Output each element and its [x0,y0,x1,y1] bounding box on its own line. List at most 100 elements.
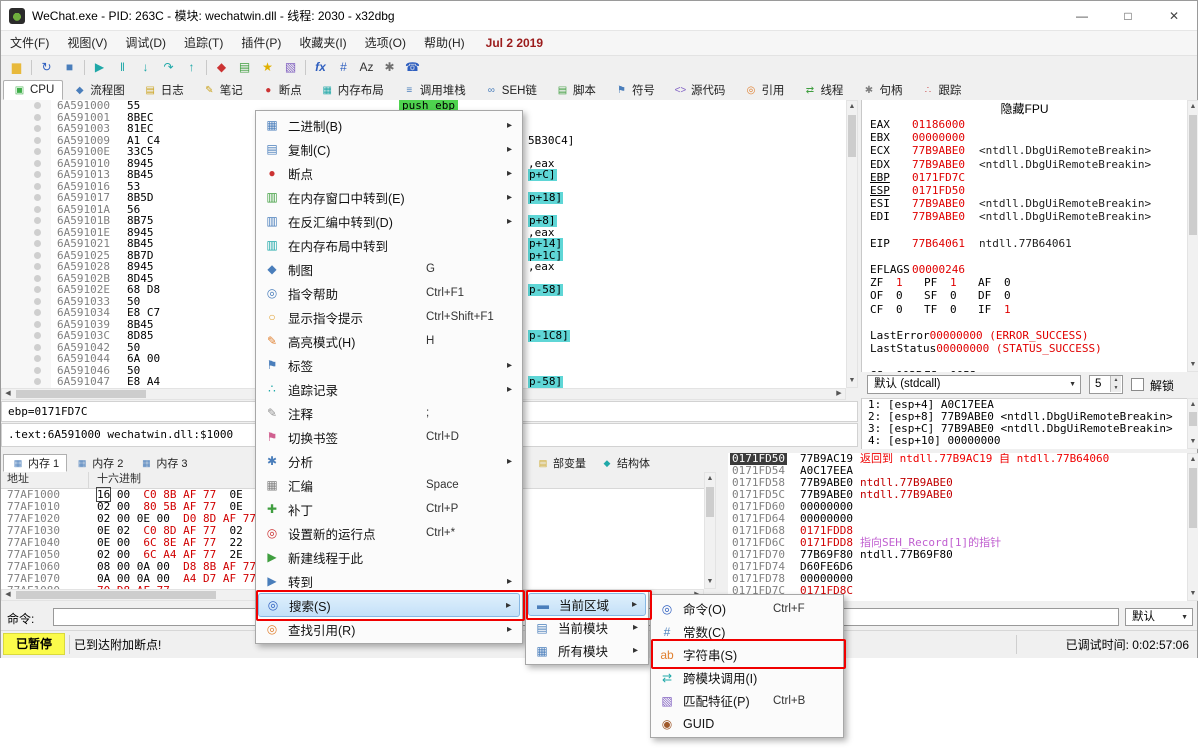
register-row[interactable]: ECX77B9ABE0<ntdll.DbgUiRemoteBreakin> [862,144,1187,157]
argument-depth-spinner[interactable]: 5 ▲ ▼ [1089,375,1123,394]
breakpoint-dot-icon[interactable] [34,263,41,270]
menu-item-command[interactable]: ◎命令(O)Ctrl+F [653,597,841,620]
register-row[interactable]: EDI77B9ABE0<ntdll.DbgUiRemoteBreakin> [862,210,1187,223]
breakpoint-dot-icon[interactable] [34,102,41,109]
phone-button[interactable]: ☎ [401,57,424,77]
menu-item-assemble[interactable]: ▦汇编Space [258,473,520,497]
dump-tab-dump-3[interactable]: ▦内存 3 [131,454,195,472]
menu-item-binary[interactable]: ▦二进制(B)▸ [258,113,520,137]
breakpoint-dot-icon[interactable] [34,275,41,282]
stack-row[interactable]: 0171FD7800000000 [728,573,1187,585]
compare-button[interactable]: # [332,57,355,77]
scroll-thumb[interactable] [16,591,216,599]
fx-script-button[interactable]: fx [309,57,332,77]
scroll-up-icon[interactable]: ▲ [1188,454,1198,466]
breakpoint-dot-icon[interactable] [34,160,41,167]
command-profile-dropdown[interactable]: 默认 ▼ [1125,608,1193,626]
dump-tab-struct[interactable]: ◆结构体 [592,454,658,472]
menubar-item[interactable]: 选项(O) [356,31,415,56]
dump-tab-dump-2[interactable]: ▦内存 2 [67,454,131,472]
stack-vscrollbar[interactable]: ▲ ▼ [1187,453,1198,601]
breakpoint-dot-icon[interactable] [34,378,41,385]
breakpoint-dot-icon[interactable] [34,125,41,132]
tab-call-stack[interactable]: ≡调用堆栈 [393,80,475,100]
register-row[interactable]: EFLAGS00000246 [862,263,1187,276]
execute-till-return-button[interactable]: ↑ [180,57,203,77]
menu-item-create-thread-here[interactable]: ▶新建线程于此 [258,545,520,569]
calling-convention-dropdown[interactable]: 默认 (stdcall) ▼ [867,375,1081,394]
menu-item-all-modules[interactable]: ▦所有模块▸ [528,639,646,662]
breakpoint-dot-icon[interactable] [34,171,41,178]
step-over-button[interactable]: ↷ [157,57,180,77]
animate-into-button[interactable]: ◆ [210,57,233,77]
menu-item-toggle-bookmark[interactable]: ⚑切换书签Ctrl+D [258,425,520,449]
register-row[interactable]: ESP0171FD50 [862,184,1187,197]
scroll-thumb[interactable] [1189,412,1197,426]
dump-vscrollbar[interactable]: ▲ ▼ [704,472,716,589]
scroll-thumb[interactable] [16,390,146,398]
menu-item-set-new-origin[interactable]: ◎设置新的运行点Ctrl+* [258,521,520,545]
breakpoint-dot-icon[interactable] [34,367,41,374]
menu-item-follow-in-disasm[interactable]: ▥在反汇编中转到(D)▸ [258,209,520,233]
scroll-down-icon[interactable]: ▼ [1188,436,1198,448]
scroll-thumb[interactable] [1189,468,1197,528]
stack-row[interactable]: 0171FD5877B9ABE0ntdll.77B9ABE0 [728,477,1187,489]
minimize-button[interactable]: — [1059,1,1105,31]
spin-down-icon[interactable]: ▼ [1110,384,1121,392]
scroll-down-icon[interactable]: ▼ [705,576,715,588]
stack-row[interactable]: 0171FD6400000000 [728,513,1187,525]
scroll-thumb[interactable] [848,115,856,157]
breakpoint-dot-icon[interactable] [34,229,41,236]
stack-row[interactable]: 0171FD54A0C17EEA [728,465,1187,477]
menu-item-follow-in-memmap[interactable]: ▥在内存布局中转到 [258,233,520,257]
arguments-vscrollbar[interactable]: ▲ ▼ [1187,398,1198,449]
stop-debugging-button[interactable]: ■ [58,57,81,77]
menu-item-search[interactable]: ◎搜索(S)▸ [258,593,520,617]
stack-arguments-pane[interactable]: 1: [esp+4] A0C17EEA2: [esp+8] 77B9ABE0 <… [861,398,1187,449]
patches-button[interactable]: ▧ [279,57,302,77]
menubar-item[interactable]: 追踪(T) [175,31,232,56]
breakpoint-dot-icon[interactable] [34,298,41,305]
register-row[interactable]: EBP0171FD7C [862,171,1187,184]
menu-item-pattern[interactable]: ▧匹配特征(P)Ctrl+B [653,689,841,712]
breakpoint-dot-icon[interactable] [34,217,41,224]
tab-trace[interactable]: ∴跟踪 [911,80,970,100]
menubar-item[interactable]: 视图(V) [58,31,116,56]
breakpoint-dot-icon[interactable] [34,137,41,144]
menu-item-comment[interactable]: ✎注释; [258,401,520,425]
menu-item-constant[interactable]: #常数(C) [653,620,841,643]
breakpoint-dot-icon[interactable] [34,309,41,316]
tab-symbols[interactable]: ⚑符号 [605,80,664,100]
menu-item-intermodular-calls[interactable]: ⇄跨模块调用(I) [653,666,841,689]
breakpoint-dot-icon[interactable] [34,240,41,247]
menubar-item[interactable]: 文件(F) [1,31,58,56]
tab-seh[interactable]: ∞SEH链 [475,80,546,100]
menu-item-label[interactable]: ⚑标签▸ [258,353,520,377]
menu-item-breakpoint[interactable]: ●断点▸ [258,161,520,185]
register-row[interactable]: CF0TF0IF1 [862,303,1187,316]
scroll-up-icon[interactable]: ▲ [705,473,715,485]
stack-row[interactable]: 0171FD5C77B9ABE0ntdll.77B9ABE0 [728,489,1187,501]
scroll-thumb[interactable] [706,487,714,517]
register-row[interactable]: EBX00000000 [862,131,1187,144]
favourites-button[interactable]: ★ [256,57,279,77]
scroll-left-icon[interactable]: ◀ [2,389,14,399]
register-row[interactable]: EDX77B9ABE0<ntdll.DbgUiRemoteBreakin> [862,158,1187,171]
breakpoint-dot-icon[interactable] [34,206,41,213]
tab-script[interactable]: ▤脚本 [546,80,605,100]
script-shortcut-button[interactable]: ▤ [233,57,256,77]
appearance-font-button[interactable]: Az [355,57,378,77]
breakpoint-dot-icon[interactable] [34,344,41,351]
maximize-button[interactable]: □ [1105,1,1151,31]
stack-pane[interactable]: 0171FD5077B9AC19返回到 ntdll.77B9AC19 自 ntd… [728,453,1187,601]
restart-button[interactable]: ↻ [35,57,58,77]
step-into-button[interactable]: ↓ [134,57,157,77]
menu-item-highlighting-mode[interactable]: ✎高亮模式(H)H [258,329,520,353]
registers-vscrollbar[interactable]: ▲ ▼ [1187,100,1198,372]
tab-threads[interactable]: ⇄线程 [793,80,852,100]
menu-item-patch[interactable]: ✚补丁Ctrl+P [258,497,520,521]
scroll-down-icon[interactable]: ▼ [847,375,857,387]
menu-item-copy[interactable]: ▤复制(C)▸ [258,137,520,161]
tab-handles[interactable]: ✱句柄 [852,80,911,100]
menu-item-string-references[interactable]: ab字符串(S) [653,643,841,666]
